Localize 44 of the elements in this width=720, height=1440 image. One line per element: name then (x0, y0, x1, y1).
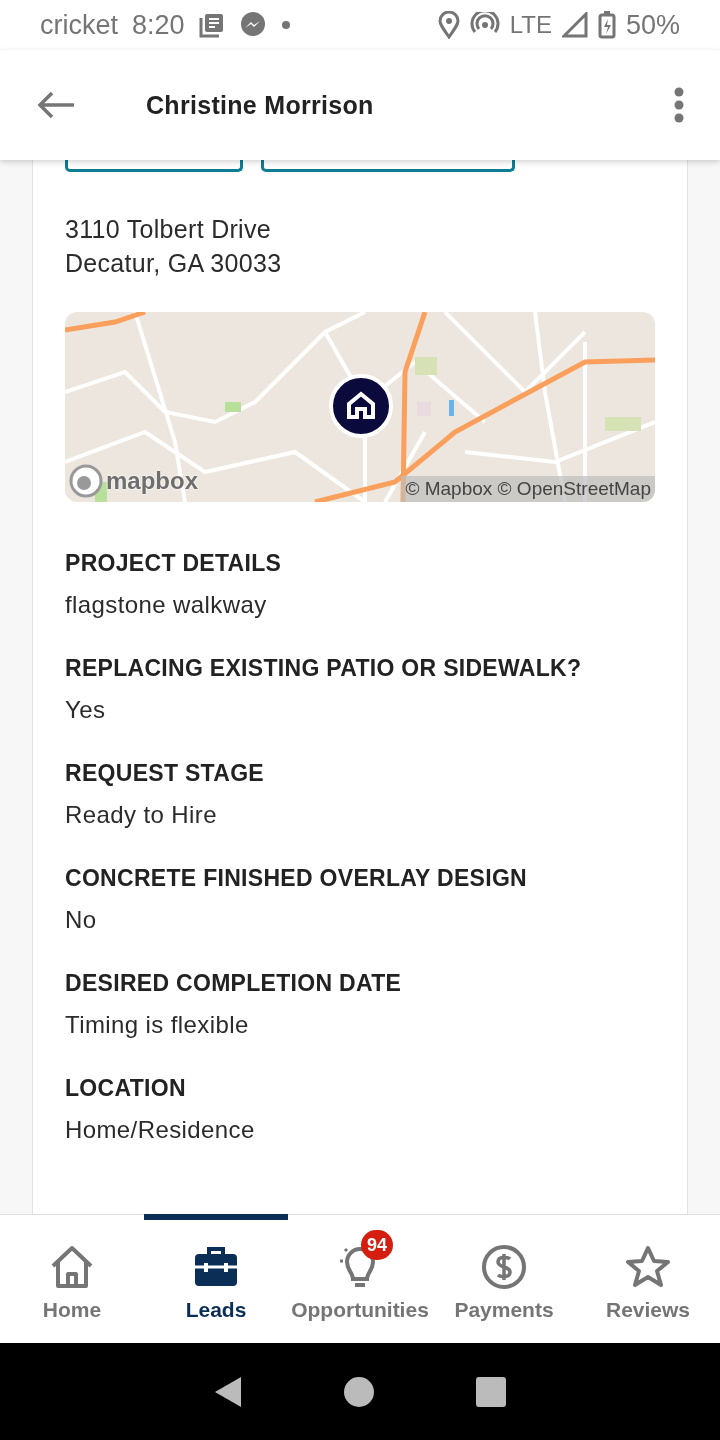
carrier-name: cricket (40, 9, 118, 41)
home-icon (49, 1243, 95, 1290)
field-label: CONCRETE FINISHED OVERLAY DESIGN (65, 865, 528, 892)
field-value: Timing is flexible (65, 1011, 250, 1039)
network-type: LTE (509, 11, 552, 39)
star-icon (625, 1244, 671, 1289)
more-menu-button[interactable] (674, 87, 684, 123)
home-button[interactable] (343, 1375, 375, 1408)
count-badge: 94 (361, 1229, 393, 1260)
field-label: DESIRED COMPLETION DATE (65, 970, 403, 997)
nav-tab[interactable]: Home (0, 1214, 144, 1343)
battery-icon (597, 11, 616, 39)
briefcase-icon (194, 1245, 238, 1288)
recents-button[interactable] (475, 1375, 507, 1408)
field-value: flagstone walkway (65, 591, 268, 619)
field-value: Home/Residence (65, 1116, 256, 1144)
back-button[interactable] (36, 90, 76, 120)
field-value: No (65, 906, 98, 934)
nav-tab[interactable]: Payments (432, 1214, 576, 1343)
location-icon (437, 11, 460, 39)
nav-tab[interactable]: Reviews (576, 1214, 720, 1343)
field-label: PROJECT DETAILS (65, 550, 283, 577)
field-value: Ready to Hire (65, 801, 218, 829)
city-address: Decatur, GA 30033 (65, 248, 283, 279)
field-value: Yes (65, 696, 107, 724)
battery-level: 50% (625, 9, 680, 41)
dollar-icon (481, 1243, 527, 1290)
contact-name: Christine Morrison (146, 90, 374, 120)
field-label: LOCATION (65, 1075, 187, 1102)
field-label: REQUEST STAGE (65, 760, 265, 787)
signal-icon (561, 12, 588, 38)
outline-button[interactable] (65, 160, 243, 172)
news-icon (198, 12, 225, 38)
nav-tab[interactable]: 94 Opportunities (288, 1214, 432, 1343)
street-address: 3110 Tolbert Drive (65, 214, 272, 245)
back-button[interactable] (213, 1374, 243, 1409)
clock-time: 8:20 (132, 9, 185, 41)
dot-icon (280, 20, 291, 30)
messenger-icon (238, 11, 267, 39)
map-attribution: © Mapbox © OpenStreetMap (401, 476, 655, 502)
mapbox-logo: mapbox (69, 464, 198, 498)
outline-button[interactable] (261, 160, 515, 172)
home-pin-icon (329, 374, 393, 438)
field-label: REPLACING EXISTING PATIO OR SIDEWALK? (65, 655, 583, 682)
